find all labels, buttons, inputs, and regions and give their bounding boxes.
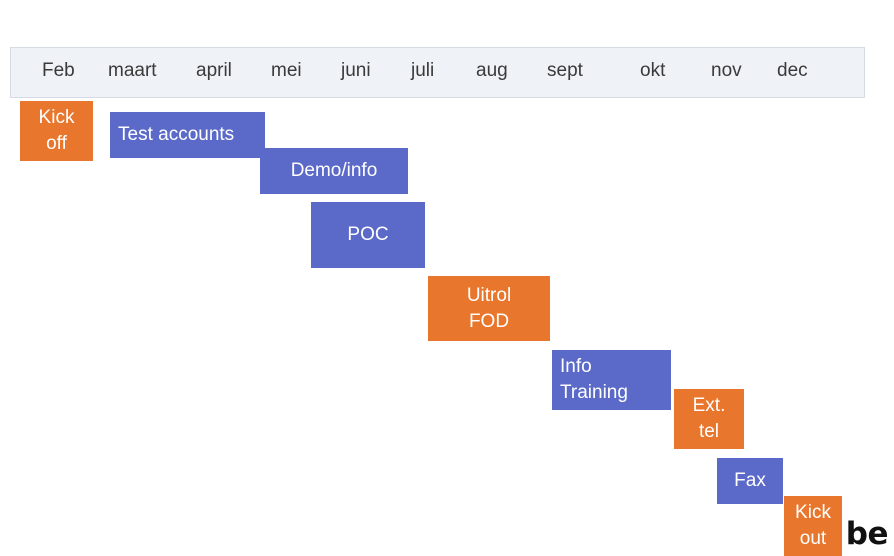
month-label-juli: juli: [411, 60, 435, 81]
milestone-ext-tel[interactable]: Ext. tel: [674, 389, 744, 449]
month-label-feb: Feb: [42, 60, 75, 81]
milestone-info-training[interactable]: Info Training: [552, 350, 671, 410]
month-label-okt: okt: [640, 60, 666, 81]
month-label-aug: aug: [476, 60, 508, 81]
month-label-maart: maart: [108, 60, 157, 81]
milestone-kick-off[interactable]: Kick off: [20, 101, 93, 161]
milestone-demo-info[interactable]: Demo/info: [260, 148, 408, 194]
month-label-april: april: [196, 60, 232, 81]
month-label-dec: dec: [777, 60, 808, 81]
month-label-sept: sept: [547, 60, 583, 81]
milestone-uitrol-fod[interactable]: Uitrol FOD: [428, 276, 550, 341]
month-label-mei: mei: [271, 60, 302, 81]
milestone-kick-out[interactable]: Kick out: [784, 496, 842, 556]
month-label-juni: juni: [341, 60, 371, 81]
be-logo: be: [845, 516, 889, 552]
milestone-poc[interactable]: POC: [311, 202, 425, 268]
milestone-test-accounts[interactable]: Test accounts: [110, 112, 265, 158]
slide-canvas: Feb maart april mei juni juli aug sept okt nov dec…: [0, 0, 894, 556]
milestone-fax[interactable]: Fax: [717, 458, 783, 504]
month-label-nov: nov: [711, 60, 742, 81]
